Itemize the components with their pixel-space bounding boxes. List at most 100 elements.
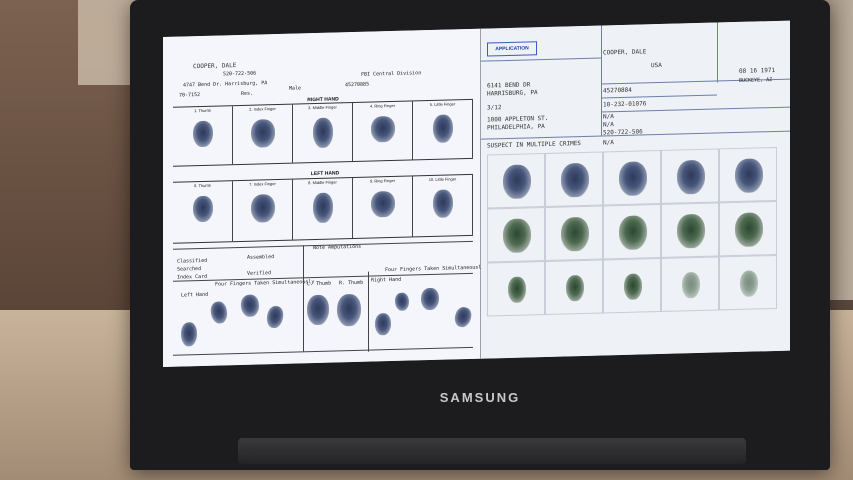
grid-cell (603, 257, 661, 314)
label-four-fingers-right: Four Fingers Taken Simultaneously (385, 264, 485, 274)
card-agency-id: 45270885 (345, 81, 370, 89)
finger-cell: 7. Index Finger (233, 179, 293, 242)
grid-cell (545, 259, 603, 315)
fingerprint-slap-impression (394, 292, 410, 312)
fingerprint-r-thumb (337, 293, 361, 327)
fingerprint-slap-impression (181, 322, 197, 347)
grid-cell (661, 256, 719, 312)
applicant-na1: N/A (603, 113, 614, 121)
fingerprint-impression (371, 190, 395, 218)
label-verified: Verified (247, 270, 272, 277)
fingerprint-impression (740, 270, 758, 297)
laptop-screen: COOPER, DALE 520-722-506 4747 Bend Dr. H… (163, 20, 790, 368)
label-four-fingers-left: Four Fingers Taken Simultaneously (215, 279, 315, 288)
fingerprint-impression (566, 274, 584, 302)
fingerprint-impression (561, 216, 589, 252)
fingerprint-slap-impression (209, 300, 229, 325)
fingerprint-l-thumb (307, 294, 329, 326)
finger-label: 6. Thumb (194, 182, 211, 189)
card-address: 4747 Bend Dr. Harrisburg, PA (183, 80, 268, 89)
fingerprint-impression (735, 158, 763, 194)
finger-cell: 8. Middle Finger (293, 178, 353, 240)
photo-scene: SAMSUNG COOPER, DALE 520-722-506 4747 Be… (0, 0, 853, 480)
applicant-address-line1: 6141 BEND DR (487, 81, 531, 90)
label-left-hand: Left Hand (181, 291, 209, 299)
fingerprint-slap-impression (375, 313, 391, 336)
fingerprint-slap-impression (265, 305, 285, 330)
label-classified: Classified (177, 257, 208, 265)
label-assembled: Assembled (247, 254, 275, 261)
grid-cell (661, 148, 719, 204)
application-label: APPLICATION (487, 41, 537, 57)
brand-logo: SAMSUNG (439, 390, 521, 405)
applicant-work-address2: PHILADELPHIA, PA (487, 123, 545, 132)
fingerprint-impression (619, 161, 647, 197)
grid-cell (603, 203, 661, 260)
grid-cell (487, 260, 545, 317)
right-hand-row: 1. Thumb 2. Index Finger 3. Middle Finger 4… (173, 98, 473, 167)
fingerprint-impression (313, 192, 333, 224)
label-searched: Searched (177, 266, 202, 273)
fingerprint-impression (735, 212, 763, 248)
finger-cell: 5. Little Finger (413, 99, 473, 160)
fingerprint-impression (251, 194, 275, 223)
applicant-address-line2: HARRISBURG, PA (487, 89, 538, 98)
fingerprint-impression (433, 114, 453, 143)
finger-cell: 2. Index Finger (233, 104, 293, 165)
applicant-phone: 520-722-506 (603, 128, 643, 137)
fingerprint-impression (503, 164, 531, 200)
label-r-thumb: R. Thumb (339, 279, 364, 287)
fingerprint-impression (561, 162, 589, 198)
card-phone: 520-722-506 (223, 70, 257, 78)
finger-label: 7. Index Finger (249, 181, 276, 187)
applicant-pob: BUCKEYE, AZ (739, 77, 773, 84)
fingerprint-impression (503, 218, 531, 254)
finger-cell: 3. Middle Finger (293, 103, 353, 163)
grid-cell (545, 151, 603, 207)
finger-cell: 1. Thumb (173, 106, 233, 166)
grid-cell (603, 149, 661, 206)
fingerprint-impression (677, 213, 705, 249)
applicant-race: USA (651, 61, 662, 70)
card-agency: FBI Central Division (361, 70, 422, 78)
fingerprint-impression (677, 159, 705, 195)
finger-label: 10. Little Finger (428, 176, 457, 183)
fingerprint-slap-impression (421, 287, 439, 311)
fingerprint-slap-impression (240, 293, 260, 318)
grid-cell (719, 200, 777, 257)
applicant-na2: N/A (603, 121, 614, 129)
laptop-hinge (238, 438, 746, 464)
finger-label: 2. Index Finger (249, 106, 276, 112)
left-hand-row: 6. Thumb 7. Index Finger 8. Middle Finger 9… (173, 173, 473, 244)
fingerprint-impression (624, 273, 642, 300)
applicant-ssn: 10-232-01076 (603, 100, 647, 109)
finger-label: 4. Ring Finger (369, 102, 396, 109)
label-right-hand: Right Hand (371, 276, 402, 284)
card-field-res: Res. (241, 90, 254, 97)
finger-cell: 4. Ring Finger (353, 101, 413, 162)
finger-label: 3. Middle Finger (308, 104, 337, 111)
grid-cell (487, 206, 545, 263)
grid-cell (719, 146, 777, 203)
applicant-note: SUSPECT IN MULTIPLE CRIMES (487, 140, 581, 150)
grid-cell (661, 202, 719, 258)
grid-cell (487, 152, 545, 209)
finger-cell: 10. Little Finger (413, 174, 473, 237)
fingerprint-slap-impression (452, 305, 474, 329)
applicant-name: COOPER, DALE (603, 48, 647, 57)
applicant-na3: N/A (603, 139, 614, 147)
applicant-id-number: 45270884 (603, 86, 632, 95)
finger-label: 9. Ring Finger (369, 177, 396, 184)
card-name: COOPER, DALE (193, 62, 237, 71)
finger-label: 8. Middle Finger (308, 179, 337, 186)
applicant-date: 3/12 (487, 104, 502, 112)
fingerprint-impression (251, 119, 275, 148)
label-l-thumb: L. Thumb (307, 280, 332, 288)
fingerprint-impression (619, 215, 647, 251)
fingerprint-impression (193, 120, 213, 148)
card-field-male: Male (289, 85, 302, 92)
grid-cell (719, 254, 777, 311)
background-wall-patch (78, 0, 138, 85)
grid-cell (545, 205, 603, 261)
fingerprint-impression (193, 195, 213, 223)
